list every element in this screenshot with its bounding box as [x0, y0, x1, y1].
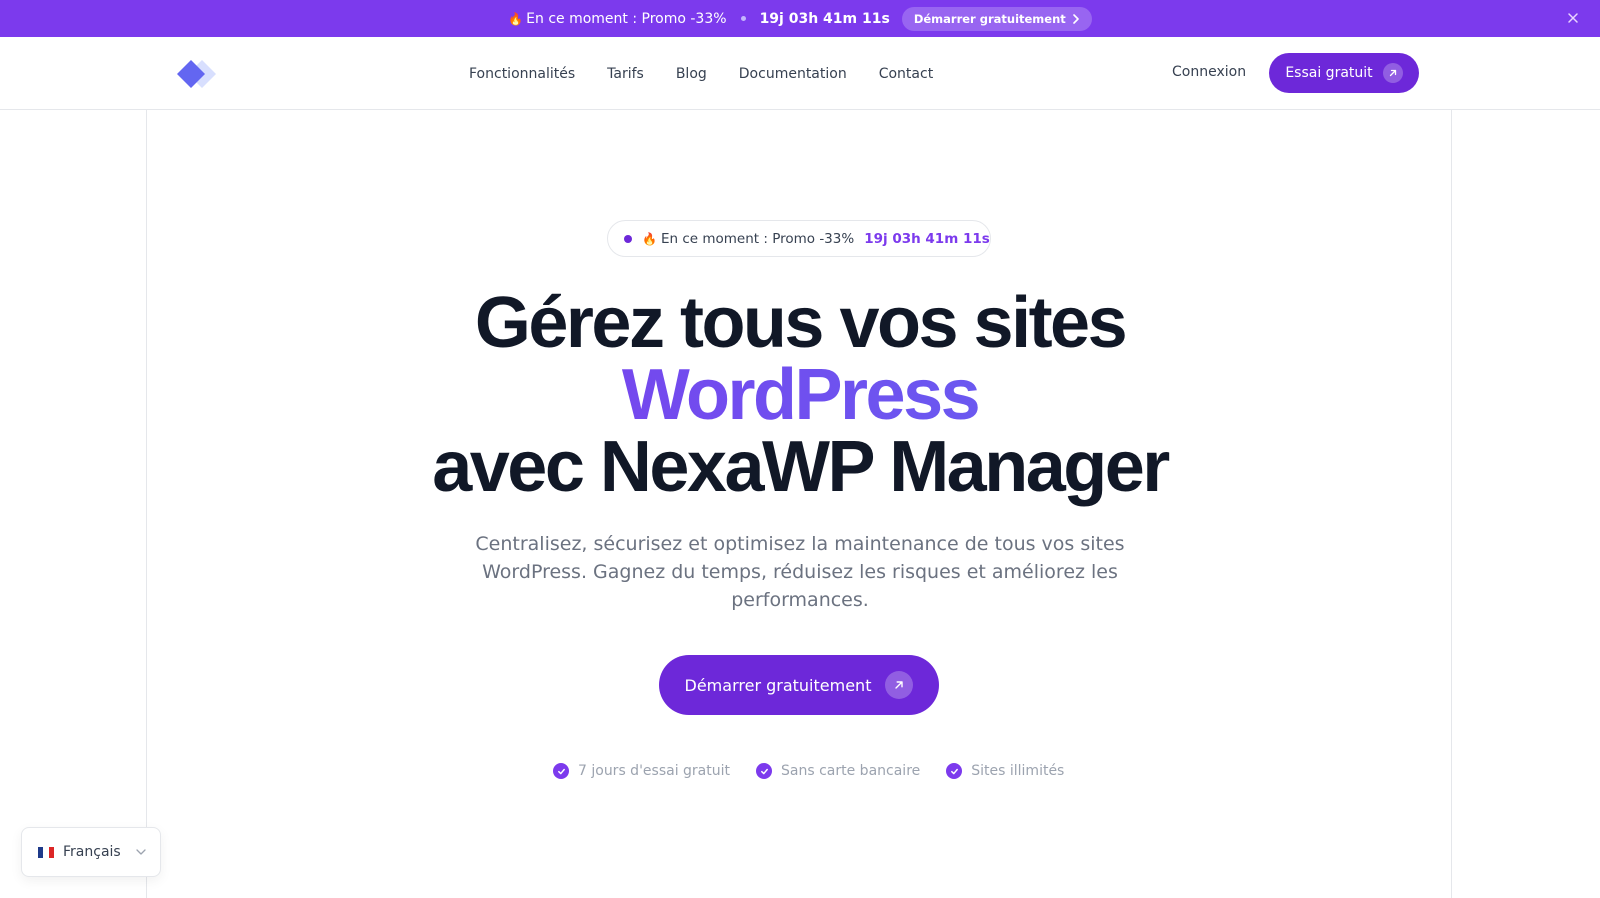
chevron-right-icon: [1072, 13, 1079, 24]
frame-line-right: [1451, 110, 1452, 898]
headline-line-1: Gérez tous vos sites: [474, 283, 1128, 363]
nav-link-contact[interactable]: Contact: [879, 66, 933, 82]
feature-label: 7 jours d'essai gratuit: [578, 763, 731, 779]
feature-item: Sans carte bancaire: [756, 763, 920, 779]
promo-content: 🔥 En ce moment : Promo -33% 19j 03h 41m …: [508, 6, 1092, 31]
nav-link-documentation[interactable]: Documentation: [739, 66, 847, 82]
language-label: Français: [63, 844, 121, 860]
free-trial-label: Essai gratuit: [1285, 65, 1373, 81]
chevron-down-icon: [136, 849, 146, 855]
promo-text: 🔥 En ce moment : Promo -33%: [508, 11, 726, 27]
promo-bar: 🔥 En ce moment : Promo -33% 19j 03h 41m …: [0, 0, 1600, 37]
feature-list: 7 jours d'essai gratuit Sans carte banca…: [553, 763, 1064, 779]
status-dot: [624, 234, 632, 243]
nav-link-blog[interactable]: Blog: [676, 66, 707, 82]
promo-timer: 19j 03h 41m 11s: [759, 10, 890, 27]
language-switcher[interactable]: Français: [21, 827, 161, 877]
hero-subtitle: Centralisez, sécurisez et optimisez la m…: [475, 533, 1125, 611]
headline-line-3: avec NexaWP Manager: [432, 427, 1170, 507]
check-icon: [946, 763, 963, 779]
start-free-button[interactable]: Démarrer gratuitement: [659, 655, 939, 715]
login-link[interactable]: Connexion: [1172, 64, 1246, 80]
separator-dot: [740, 16, 746, 21]
start-free-label: Démarrer gratuitement: [684, 675, 872, 695]
promo-pill: 🔥 En ce moment : Promo -33% 19j 03h 41m …: [607, 220, 991, 257]
france-flag-icon: [38, 846, 54, 858]
headline-accent: WordPress: [300, 359, 1300, 431]
hero-headline: Gérez tous vos sites WordPress avec Nexa…: [300, 287, 1300, 503]
check-icon: [756, 763, 773, 779]
site-header: Fonctionnalités Tarifs Blog Documentatio…: [0, 37, 1600, 110]
promo-label: En ce moment : Promo -33%: [526, 10, 727, 27]
promo-start-label: Démarrer gratuitement: [913, 11, 1066, 26]
logo-icon: [177, 60, 216, 88]
feature-item: Sites illimités: [946, 763, 1064, 779]
free-trial-button[interactable]: Essai gratuit: [1269, 53, 1419, 93]
arrow-up-right-icon: [885, 671, 914, 699]
pill-timer: 19j 03h 41m 11s: [864, 230, 990, 247]
logo[interactable]: [176, 58, 222, 90]
main-nav: Fonctionnalités Tarifs Blog Documentatio…: [469, 37, 933, 110]
feature-label: Sites illimités: [971, 763, 1065, 779]
check-icon: [553, 763, 569, 779]
frame-line-left: [146, 110, 147, 898]
nav-link-tarifs[interactable]: Tarifs: [607, 66, 644, 82]
fire-icon: 🔥: [508, 11, 524, 26]
arrow-up-right-icon: [1382, 63, 1403, 83]
feature-item: 7 jours d'essai gratuit: [553, 763, 730, 779]
close-icon[interactable]: [1564, 9, 1582, 27]
nav-link-fonctionnalites[interactable]: Fonctionnalités: [469, 66, 575, 82]
promo-start-button[interactable]: Démarrer gratuitement: [901, 6, 1092, 31]
feature-label: Sans carte bancaire: [781, 763, 921, 779]
pill-text: En ce moment : Promo -33%: [660, 230, 855, 247]
fire-icon: 🔥: [642, 231, 657, 246]
